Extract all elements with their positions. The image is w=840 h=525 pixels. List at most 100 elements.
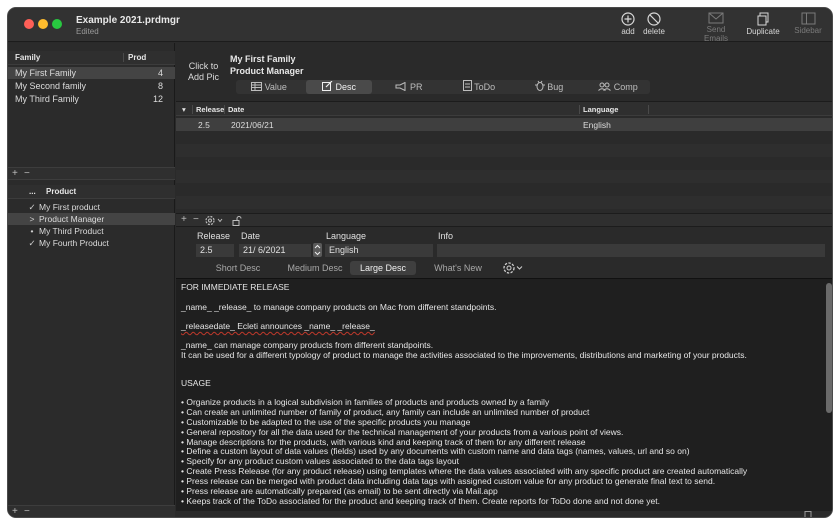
remove-release-button[interactable]: − xyxy=(193,214,199,225)
section-tabs: Value Desc PR ToDo Bug Comp xyxy=(236,80,650,94)
minimize-window-button[interactable] xyxy=(38,19,48,29)
family-row[interactable]: My Third Family 12 xyxy=(8,93,175,105)
delete-button[interactable]: delete xyxy=(632,12,676,40)
product-row[interactable]: > Product Manager xyxy=(8,213,175,225)
date-cell: 2021/06/21 xyxy=(231,120,274,130)
tab-value[interactable]: Value xyxy=(236,80,302,94)
description-type-tabs: Short Desc Medium Desc Large Desc What's… xyxy=(204,261,518,275)
product-row[interactable]: ✓ My First product xyxy=(8,201,175,213)
empty-row xyxy=(176,196,832,209)
window-subtitle: Edited xyxy=(76,27,99,36)
tab-desc-label: Desc xyxy=(335,82,357,92)
family-add-remove-bar: + − xyxy=(8,167,175,180)
left-sidebar: Family Prod My First Family 4 My Second … xyxy=(8,43,175,517)
tab-medium-desc[interactable]: Medium Desc xyxy=(280,261,350,275)
remove-family-button[interactable]: − xyxy=(24,168,30,179)
click-add-line-1: Click to xyxy=(188,61,219,71)
doc-line: _releasedate_ Ecleti announces _name_ _r… xyxy=(181,321,375,331)
doc-line: • Press release are automatically prepar… xyxy=(181,486,498,496)
duplicate-label: Duplicate xyxy=(746,27,780,36)
gear-menu-icon[interactable] xyxy=(204,215,224,226)
tab-bug-label: Bug xyxy=(547,82,564,92)
todo-icon xyxy=(462,80,472,91)
language-field-label: Language xyxy=(326,231,367,241)
family-name-title: My First Family xyxy=(230,54,296,64)
column-divider xyxy=(648,105,654,114)
family-count: 8 xyxy=(157,81,163,91)
tab-large-desc[interactable]: Large Desc xyxy=(350,261,416,275)
doc-line: • Keeps track of the ToDo associated for… xyxy=(181,496,660,506)
close-window-button[interactable] xyxy=(24,19,34,29)
product-name: My Third Product xyxy=(39,226,104,236)
send-emails-button[interactable]: Send Emails xyxy=(694,12,738,43)
add-product-button[interactable]: + xyxy=(12,506,18,517)
product-picture-well[interactable]: Click to Add Pic xyxy=(188,61,219,83)
product-table-header: ... Product xyxy=(8,185,175,199)
duplicate-icon xyxy=(757,12,769,26)
zoom-window-button[interactable] xyxy=(52,19,62,29)
done-check-icon: ✓ xyxy=(28,202,36,212)
click-add-line-2: Add Pic xyxy=(188,72,220,82)
product-name-title: Product Manager xyxy=(230,66,304,76)
edit-icon xyxy=(321,80,333,91)
release-action-bar: + − xyxy=(176,213,832,227)
date-stepper[interactable] xyxy=(313,243,322,257)
product-row[interactable]: • My Third Product xyxy=(8,225,175,237)
family-count: 4 xyxy=(157,68,163,78)
family-column-header[interactable]: Family xyxy=(15,53,40,62)
prod-column-header[interactable]: Prod xyxy=(123,53,146,62)
date-column-header[interactable]: Date xyxy=(224,105,244,114)
mail-icon xyxy=(708,12,724,24)
add-family-button[interactable]: + xyxy=(12,168,18,179)
tab-bug[interactable]: Bug xyxy=(516,80,582,94)
sort-indicator-icon[interactable]: ▾ xyxy=(182,105,186,114)
tab-todo[interactable]: ToDo xyxy=(446,80,512,94)
stepper-arrows-icon xyxy=(314,244,321,256)
doc-line-text: _releasedate_ Ecleti announces _name_ _r… xyxy=(181,321,375,331)
doc-line: • Press release can be merged with produ… xyxy=(181,476,716,486)
sidebar-button[interactable]: Sidebar xyxy=(786,12,830,40)
date-input[interactable]: 21/ 6/2021 xyxy=(239,244,311,257)
description-editor[interactable]: FOR IMMEDIATE RELEASE _name_ _release_ t… xyxy=(176,278,832,511)
family-row[interactable]: My Second family 8 xyxy=(8,80,175,92)
language-column-header[interactable]: Language xyxy=(579,105,618,114)
editor-scrollbar[interactable] xyxy=(826,283,832,413)
doc-line: • Define a custom layout of data values … xyxy=(181,446,690,456)
current-chevron-icon: > xyxy=(29,214,35,224)
tab-desc[interactable]: Desc xyxy=(306,80,372,94)
release-column-header[interactable]: Release xyxy=(192,105,224,114)
product-row[interactable]: ✓ My Fourth Product xyxy=(8,237,175,249)
tab-whats-new[interactable]: What's New xyxy=(424,261,492,275)
megaphone-icon xyxy=(395,81,406,92)
tab-pr[interactable]: PR xyxy=(376,80,442,94)
document-icon[interactable] xyxy=(804,511,812,518)
doc-line: _name_ _release_ to manage company produ… xyxy=(181,302,497,312)
info-input[interactable] xyxy=(437,244,825,257)
product-column-header[interactable]: Product xyxy=(46,187,76,196)
release-input[interactable]: 2.5 xyxy=(196,244,234,257)
release-row[interactable]: 2.5 2021/06/21 English xyxy=(176,118,832,131)
release-field-label: Release xyxy=(197,231,231,241)
send-emails-label: Send Emails xyxy=(703,25,728,43)
duplicate-button[interactable]: Duplicate xyxy=(741,12,785,40)
product-detail-pane: Click to Add Pic My First Family Product… xyxy=(176,43,832,518)
doc-line: • Specify for any product custom values … xyxy=(181,456,459,466)
unlock-icon[interactable] xyxy=(232,216,242,226)
doc-line: • Can create an unlimited number of fami… xyxy=(181,407,590,417)
product-name: My Fourth Product xyxy=(39,238,109,248)
family-name: My Third Family xyxy=(15,94,79,104)
release-cell: 2.5 xyxy=(198,120,210,130)
delete-label: delete xyxy=(643,27,665,36)
gear-options-icon[interactable] xyxy=(502,261,526,275)
remove-product-button[interactable]: − xyxy=(24,506,30,517)
language-input[interactable]: English xyxy=(325,244,433,257)
add-release-button[interactable]: + xyxy=(181,214,187,225)
family-row[interactable]: My First Family 4 xyxy=(8,67,175,79)
bullet-icon: • xyxy=(30,226,34,236)
tab-short-desc[interactable]: Short Desc xyxy=(204,261,272,275)
product-add-remove-bar: + − xyxy=(8,505,175,517)
product-marker-header[interactable]: ... xyxy=(29,187,36,196)
done-check-icon: ✓ xyxy=(28,238,36,248)
doc-line: • Customizable to be adapted to the use … xyxy=(181,417,471,427)
tab-comp[interactable]: Comp xyxy=(586,80,650,94)
